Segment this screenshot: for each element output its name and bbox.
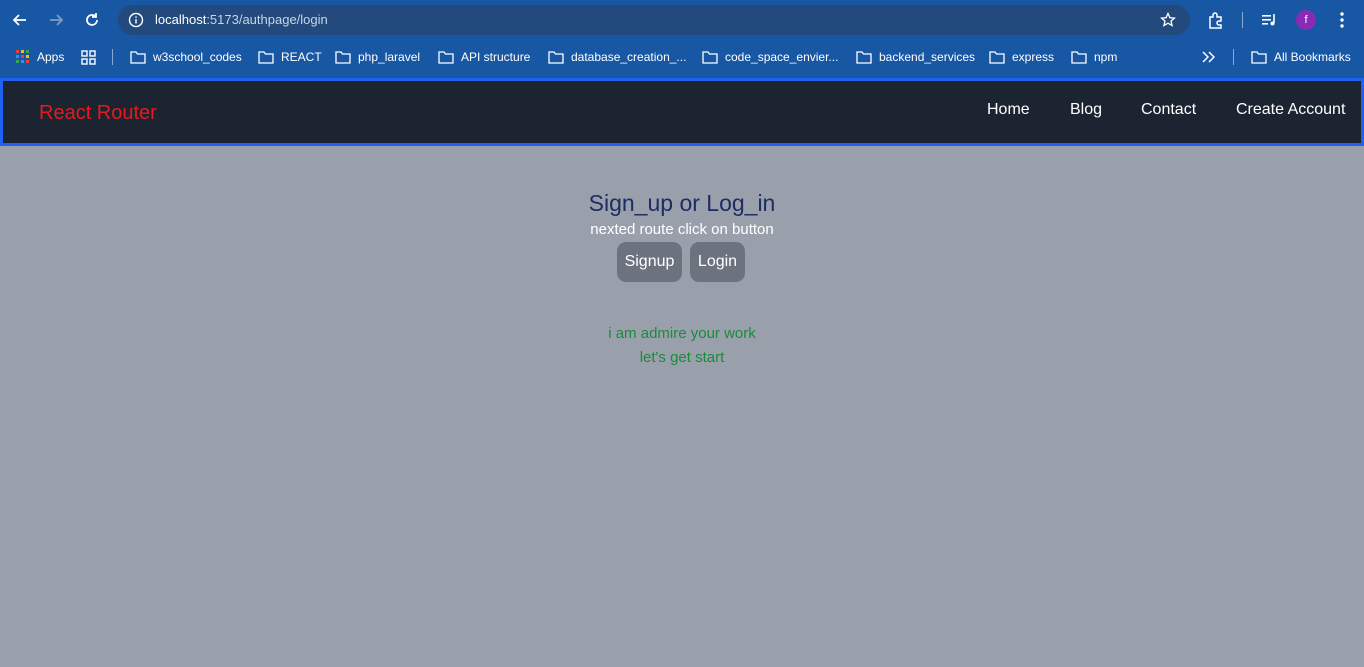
browser-toolbar: localhost:5173/authpage/login f — [0, 0, 1364, 40]
folder-icon — [702, 50, 718, 64]
folder-icon — [130, 50, 146, 64]
bookmark-label: backend_services — [879, 50, 976, 64]
site-info-icon[interactable] — [128, 12, 144, 28]
profile-avatar[interactable]: f — [1296, 10, 1316, 30]
bookmark-npm[interactable]: npm — [1071, 44, 1117, 70]
bookmark-label: w3school_codes — [153, 50, 242, 64]
bookmark-react[interactable]: REACT — [258, 44, 322, 70]
bookmark-label: API structure — [461, 50, 531, 64]
bookmark-label: code_space_envier... — [725, 50, 839, 64]
bookmark-code-space[interactable]: code_space_envier... — [702, 44, 838, 70]
menu-kebab-icon[interactable] — [1331, 9, 1353, 31]
folder-icon — [258, 50, 274, 64]
folder-icon — [1251, 50, 1267, 64]
browser-chrome: localhost:5173/authpage/login f Apps w3s… — [0, 0, 1364, 78]
message-text: i am admire your work — [608, 325, 756, 342]
page-subtitle: nexted route click on button — [590, 221, 774, 238]
apps-grid-icon — [16, 50, 29, 63]
media-control-icon[interactable] — [1258, 9, 1280, 31]
back-icon[interactable] — [8, 8, 32, 32]
tab-groups-icon[interactable] — [81, 44, 103, 70]
toolbar-divider — [1242, 12, 1243, 28]
address-bar[interactable]: localhost:5173/authpage/login — [118, 5, 1190, 35]
bookmark-label: php_laravel — [358, 50, 421, 64]
nav-link-create-account[interactable]: Create Account — [1236, 101, 1345, 119]
reload-icon[interactable] — [80, 8, 104, 32]
bookmark-label: database_creation_... — [571, 50, 687, 64]
nav-link-blog[interactable]: Blog — [1070, 101, 1102, 119]
url-host: localhost — [155, 12, 207, 27]
folder-icon — [335, 50, 351, 64]
login-button[interactable]: Login — [690, 242, 745, 282]
url-text[interactable]: localhost:5173/authpage/login — [155, 12, 328, 27]
bookmark-all-bookmarks[interactable]: All Bookmarks — [1251, 44, 1351, 70]
bookmarks-divider — [1233, 49, 1234, 65]
bookmark-w3school-codes[interactable]: w3school_codes — [130, 44, 242, 70]
bookmark-database-creation[interactable]: database_creation_... — [548, 44, 686, 70]
url-path: :5173/authpage/login — [206, 12, 328, 27]
forward-icon[interactable] — [44, 8, 68, 32]
bookmark-express[interactable]: express — [989, 44, 1054, 70]
brand-logo[interactable]: React Router — [39, 102, 157, 125]
bookmarks-divider — [112, 49, 113, 65]
bookmark-backend-services[interactable]: backend_services — [856, 44, 975, 70]
bookmark-api-structure[interactable]: API structure — [438, 44, 530, 70]
bookmark-label: express — [1012, 50, 1055, 64]
bookmark-label: npm — [1094, 50, 1118, 64]
nav-link-home[interactable]: Home — [987, 101, 1030, 119]
folder-icon — [1071, 50, 1087, 64]
signup-button[interactable]: Signup — [617, 242, 682, 282]
extensions-icon[interactable] — [1205, 9, 1227, 31]
bookmark-apps[interactable]: Apps — [16, 44, 64, 70]
message-text-secondary: let's get start — [639, 349, 725, 366]
more-bookmarks-icon[interactable] — [1202, 44, 1222, 70]
bookmark-label: All Bookmarks — [1274, 50, 1351, 64]
bookmark-label: Apps — [37, 50, 65, 64]
nav-link-contact[interactable]: Contact — [1141, 101, 1196, 119]
app-navbar: React Router Home Blog Contact Create Ac… — [0, 78, 1364, 146]
page-title: Sign_up or Log_in — [588, 190, 776, 216]
folder-icon — [548, 50, 564, 64]
bookmark-label: REACT — [281, 50, 322, 64]
bookmark-php-laravel[interactable]: php_laravel — [335, 44, 420, 70]
folder-icon — [438, 50, 454, 64]
folder-icon — [989, 50, 1005, 64]
bookmark-star-icon[interactable] — [1159, 11, 1177, 28]
folder-icon — [856, 50, 872, 64]
